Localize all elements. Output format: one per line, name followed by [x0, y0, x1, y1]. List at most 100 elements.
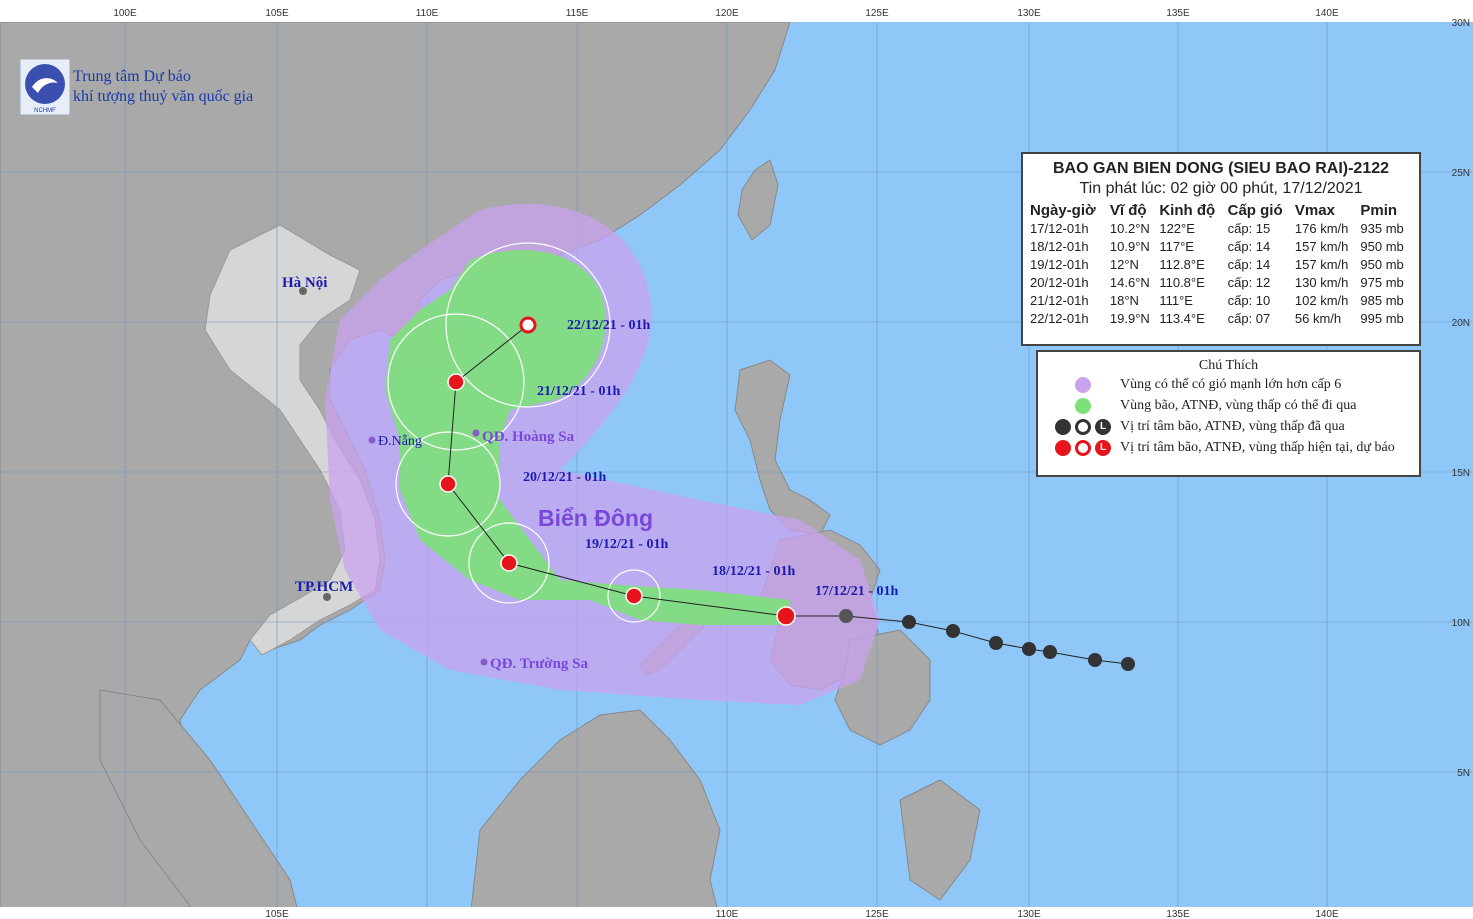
label-hcm: TP.HCM	[295, 579, 353, 595]
lon-label: 130E	[1017, 8, 1041, 19]
issued-time: Tin phát lúc: 02 giờ 00 phút, 17/12/2021	[1079, 180, 1363, 197]
table-cell: cấp: 10	[1227, 293, 1271, 308]
table-cell: 122°E	[1159, 221, 1195, 236]
table-header: Vmax	[1294, 202, 1335, 219]
table-cell: 112.8°E	[1159, 257, 1205, 272]
legend-text: Vị trí tâm bão, ATNĐ, vùng thấp đã qua	[1120, 418, 1345, 434]
table-cell: cấp: 07	[1227, 311, 1271, 326]
lon-label: 140E	[1315, 909, 1339, 919]
label-sea: Biển Đông	[538, 505, 653, 531]
table-cell: 176 km/h	[1294, 221, 1349, 236]
table-cell: 22/12-01h	[1030, 311, 1089, 326]
table-row: 19/12-01h 12°N 112.8°E cấp: 14 157 km/h 950 m…	[1029, 256, 1413, 274]
forecast-table: Ngày-giờ Vĩ độ Kinh độ Cấp gió Vmax Pmin 17/1…	[1029, 201, 1413, 328]
legend-text: Vị trí tâm bão, ATNĐ, vùng thấp hiện tại…	[1120, 439, 1395, 455]
legend-panel: Chú Thích Vùng có thể có gió mạnh lớn hơ…	[1036, 350, 1421, 477]
label-danang: Đ.Nẵng	[378, 434, 422, 449]
lon-label: 120E	[715, 8, 739, 19]
table-cell: 950 mb	[1360, 239, 1404, 254]
table-cell: 157 km/h	[1294, 257, 1349, 272]
table-cell: 19/12-01h	[1030, 257, 1089, 272]
storm-title: BAO GAN BIEN DONG (SIEU BAO RAI)-2122	[1052, 160, 1390, 177]
table-header: Vĩ độ	[1109, 202, 1147, 219]
lat-label: 15N	[1452, 468, 1470, 479]
table-cell: cấp: 14	[1227, 239, 1271, 254]
table-header: Pmin	[1360, 202, 1398, 219]
lon-label: 135E	[1166, 909, 1190, 919]
table-cell: 17/12-01h	[1030, 221, 1089, 236]
table-header: Cấp gió	[1227, 202, 1283, 219]
table-row: 21/12-01h 18°N 111°E cấp: 10 102 km/h 985 mb	[1029, 292, 1413, 310]
legend-item-wind: Vùng có thể có gió mạnh lớn hơn cấp 6	[1046, 374, 1411, 395]
label-hanoi: Hà Nội	[282, 275, 327, 291]
track-label-20: 20/12/21 - 01h	[523, 470, 606, 485]
table-row: 20/12-01h 14.6°N 110.8°E cấp: 12 130 km/h 975…	[1029, 274, 1413, 292]
table-cell: 18/12-01h	[1030, 239, 1089, 254]
table-cell: 14.6°N	[1109, 275, 1150, 290]
table-cell: 935 mb	[1360, 221, 1404, 236]
table-cell: 111°E	[1159, 293, 1193, 308]
legend-item-storm: Vùng bão, ATNĐ, vùng thấp có thể đi qua	[1046, 395, 1411, 416]
agency-name-line2: khí tượng thuỷ văn quốc gia	[73, 88, 254, 105]
table-cell: 975 mb	[1360, 275, 1404, 290]
legend-item-past: L Vị trí tâm bão, ATNĐ, vùng thấp đã qua	[1046, 416, 1411, 437]
legend-text: Vùng bão, ATNĐ, vùng thấp có thể đi qua	[1120, 397, 1357, 413]
storm-info-panel: BAO GAN BIEN DONG (SIEU BAO RAI)-2122 Ti…	[1021, 152, 1421, 346]
past-low-icon: L	[1095, 418, 1111, 435]
lon-label: 110E	[416, 8, 439, 19]
lon-label: 140E	[1315, 8, 1339, 19]
legend-title: Chú Thích	[1198, 358, 1259, 373]
table-cell: 985 mb	[1360, 293, 1404, 308]
table-cell: 21/12-01h	[1030, 293, 1089, 308]
forecast-depression-icon	[1075, 439, 1091, 456]
table-cell: 12°N	[1109, 257, 1139, 272]
lon-label: 125E	[865, 8, 889, 19]
table-row: 17/12-01h 10.2°N 122°E cấp: 15 176 km/h 935 m…	[1029, 220, 1413, 238]
lat-label: 10N	[1452, 618, 1470, 629]
table-row: 22/12-01h 19.9°N 113.4°E cấp: 07 56 km/h 995 …	[1029, 310, 1413, 328]
table-cell: 157 km/h	[1294, 239, 1349, 254]
table-cell: cấp: 12	[1227, 275, 1271, 290]
track-label-22: 22/12/21 - 01h	[567, 318, 650, 333]
table-cell: 995 mb	[1360, 311, 1404, 326]
table-cell: 56 km/h	[1294, 311, 1342, 326]
track-label-17: 17/12/21 - 01h	[815, 584, 898, 599]
nchmf-logo: NCHMF	[20, 59, 70, 115]
lat-label: 25N	[1452, 168, 1470, 179]
lat-label: 5N	[1457, 768, 1470, 779]
lon-label: 105E	[265, 909, 289, 919]
label-truongsa: QĐ. Trường Sa	[490, 656, 589, 672]
table-cell: 110.8°E	[1159, 275, 1205, 290]
lat-label: 20N	[1452, 318, 1470, 329]
table-cell: 20/12-01h	[1030, 275, 1089, 290]
legend-text: Vùng có thể có gió mạnh lớn hơn cấp 6	[1120, 376, 1342, 392]
table-cell: 950 mb	[1360, 257, 1404, 272]
table-cell: 130 km/h	[1294, 275, 1349, 290]
table-cell: 19.9°N	[1109, 311, 1150, 326]
table-header: Ngày-giờ	[1030, 202, 1096, 219]
label-hoangsa: QĐ. Hoàng Sa	[482, 429, 575, 445]
table-cell: 102 km/h	[1294, 293, 1349, 308]
table-cell: 18°N	[1109, 293, 1139, 308]
table-cell: 113.4°E	[1159, 311, 1205, 326]
forecast-low-icon: L	[1095, 439, 1111, 456]
track-label-21: 21/12/21 - 01h	[537, 384, 620, 399]
lon-label: 100E	[113, 8, 137, 19]
lon-label: 115E	[566, 8, 589, 19]
legend-item-forecast: L Vị trí tâm bão, ATNĐ, vùng thấp hiện t…	[1046, 437, 1411, 458]
forecast-typhoon-icon	[1055, 439, 1071, 456]
past-depression-icon	[1075, 418, 1091, 435]
past-typhoon-icon	[1055, 418, 1071, 435]
lon-label: 135E	[1166, 8, 1190, 19]
lon-label: 125E	[865, 909, 889, 919]
lat-label: 30N	[1452, 18, 1470, 29]
wind-zone-swatch-icon	[1075, 376, 1091, 393]
table-cell: cấp: 14	[1227, 257, 1271, 272]
lon-label: 105E	[265, 8, 289, 19]
table-row: 18/12-01h 10.9°N 117°E cấp: 14 157 km/h 950 m…	[1029, 238, 1413, 256]
lon-label: 130E	[1017, 909, 1041, 919]
table-cell: 10.2°N	[1109, 221, 1150, 236]
track-label-19: 19/12/21 - 01h	[585, 537, 668, 552]
storm-zone-swatch-icon	[1075, 397, 1091, 414]
table-header: Kinh độ	[1159, 202, 1216, 219]
